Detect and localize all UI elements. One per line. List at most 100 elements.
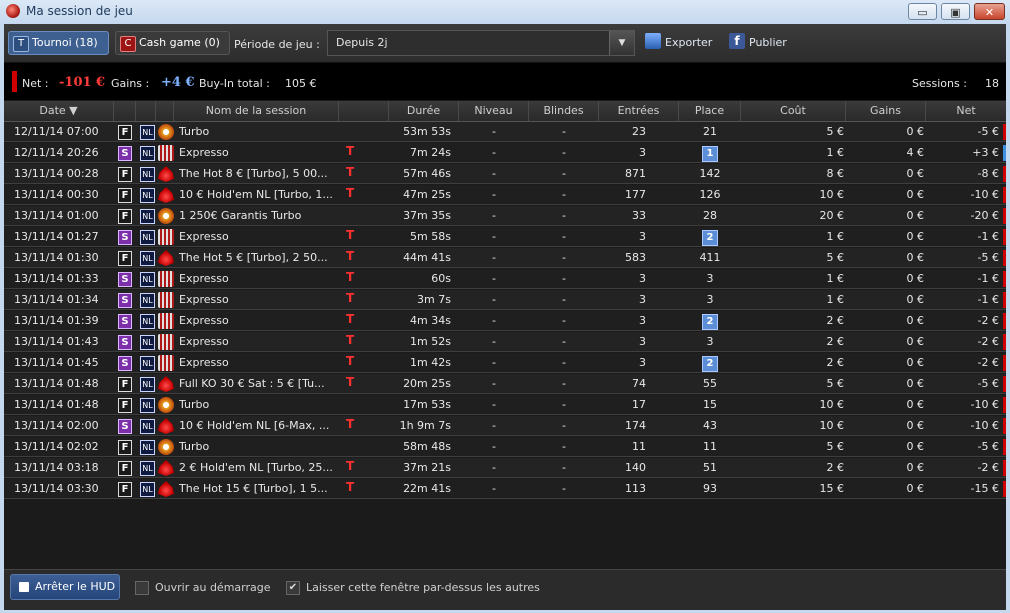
cell-duree: 47m 25s bbox=[403, 188, 451, 201]
window-title: Ma session de jeu bbox=[26, 4, 133, 18]
cell-niveau: - bbox=[492, 188, 496, 201]
cell-place: 126 bbox=[679, 185, 741, 205]
col-limit[interactable] bbox=[136, 101, 156, 121]
cell-date: 13/11/14 01:43 bbox=[14, 335, 99, 348]
col-entrees[interactable]: Entrées bbox=[599, 101, 679, 121]
table-row[interactable]: 13/11/14 03:18 F NL 2 € Hold'em NL [Turbo, … bbox=[4, 458, 1006, 478]
cell-gains: 0 € bbox=[906, 209, 925, 222]
stay-on-top-checkbox[interactable]: ✔ bbox=[286, 581, 300, 595]
table-row[interactable]: 13/11/14 01:27 S NL Expresso T 5m 58s - - 3 2 1 € 0… bbox=[4, 227, 1006, 247]
col-cout[interactable]: Coût bbox=[741, 101, 846, 121]
table-row[interactable]: 13/11/14 01:33 S NL Expresso T 60s - - 3 3 1 € 0 € -… bbox=[4, 269, 1006, 289]
nl-badge: NL bbox=[140, 440, 155, 455]
close-button[interactable]: ✕ bbox=[974, 3, 1005, 20]
col-date[interactable]: Date ▼ bbox=[4, 101, 114, 121]
table-row[interactable]: 13/11/14 01:48 F NL Full KO 30 € Sat : 5 € … bbox=[4, 374, 1006, 394]
turbo-mark-icon: T bbox=[346, 312, 355, 326]
period-select[interactable]: Depuis 2j ▼ bbox=[327, 30, 635, 56]
table-row[interactable]: 13/11/14 02:00 S NL 10 € Hold'em NL [6-Max,… bbox=[4, 416, 1006, 436]
table-row[interactable]: 13/11/14 02:02 F NL Turbo 58m 48s - - 11 11 5 € 0 … bbox=[4, 437, 1006, 457]
tournament-icon: T bbox=[13, 36, 29, 52]
table-row[interactable]: 13/11/14 01:43 S NL Expresso T 1m 52s - - 3 3 2 € 0… bbox=[4, 332, 1006, 352]
cell-niveau: - bbox=[492, 461, 496, 474]
cell-cout: 2 € bbox=[826, 335, 845, 348]
cell-gains: 0 € bbox=[906, 419, 925, 432]
cell-place: 21 bbox=[679, 122, 741, 142]
maximize-button[interactable]: ▣ bbox=[941, 3, 970, 20]
open-startup-checkbox[interactable] bbox=[135, 581, 149, 595]
cell-session-name: Expresso bbox=[179, 146, 229, 159]
col-site[interactable] bbox=[156, 101, 174, 121]
cell-duree: 5m 58s bbox=[410, 230, 451, 243]
chevron-down-icon[interactable]: ▼ bbox=[609, 31, 634, 55]
table-row[interactable]: 13/11/14 03:30 F NL The Hot 15 € [Turbo], 1… bbox=[4, 479, 1006, 499]
col-format[interactable] bbox=[114, 101, 136, 121]
cell-gains: 0 € bbox=[906, 314, 925, 327]
cell-entrees: 3 bbox=[639, 335, 646, 348]
table-row[interactable]: 13/11/14 01:34 S NL Expresso T 3m 7s - - 3 3 1 € 0 … bbox=[4, 290, 1006, 310]
place-value: 21 bbox=[703, 125, 717, 138]
col-duree[interactable]: Durée bbox=[389, 101, 459, 121]
cell-cout: 1 € bbox=[826, 272, 845, 285]
table-row[interactable]: 13/11/14 01:30 F NL The Hot 5 € [Turbo], 2 … bbox=[4, 248, 1006, 268]
format-badge: F bbox=[118, 377, 132, 392]
cell-date: 13/11/14 01:33 bbox=[14, 272, 99, 285]
minimize-button[interactable]: ▭ bbox=[908, 3, 937, 20]
cell-cout: 10 € bbox=[819, 419, 845, 432]
cell-cout: 15 € bbox=[819, 482, 845, 495]
format-badge: F bbox=[118, 167, 132, 182]
cell-cout: 1 € bbox=[826, 230, 845, 243]
turbo-mark-icon: T bbox=[346, 459, 355, 473]
cell-session-name: 1 250€ Garantis Turbo bbox=[179, 209, 302, 222]
export-button[interactable]: Exporter bbox=[645, 33, 712, 49]
table-row[interactable]: 13/11/14 00:28 F NL The Hot 8 € [Turbo], 5 … bbox=[4, 164, 1006, 184]
cell-niveau: - bbox=[492, 272, 496, 285]
col-name[interactable]: Nom de la session bbox=[174, 101, 339, 121]
cell-session-name: Full KO 30 € Sat : 5 € [Tu... bbox=[179, 377, 325, 390]
cell-niveau: - bbox=[492, 419, 496, 432]
col-place[interactable]: Place bbox=[679, 101, 741, 121]
table-row[interactable]: 12/11/14 20:26 S NL Expresso T 7m 24s - - 3 1 1 € 4… bbox=[4, 143, 1006, 163]
col-net[interactable]: Net bbox=[926, 101, 1006, 121]
cell-duree: 7m 24s bbox=[410, 146, 451, 159]
cell-gains: 0 € bbox=[906, 293, 925, 306]
table-row[interactable]: 13/11/14 01:39 S NL Expresso T 4m 34s - - 3 2 2 € 0… bbox=[4, 311, 1006, 331]
cell-blindes: - bbox=[562, 335, 566, 348]
cell-entrees: 871 bbox=[625, 167, 646, 180]
col-gains[interactable]: Gains bbox=[846, 101, 926, 121]
cell-place: 3 bbox=[679, 269, 741, 289]
table-row[interactable]: 13/11/14 01:48 F NL Turbo 17m 53s - - 17 15 10 € 0… bbox=[4, 395, 1006, 415]
format-badge: F bbox=[118, 209, 132, 224]
tab-tournoi[interactable]: T Tournoi (18) bbox=[8, 31, 109, 55]
cell-date: 13/11/14 00:28 bbox=[14, 167, 99, 180]
cell-net: -1 € bbox=[977, 230, 999, 243]
net-indicator-bar bbox=[1003, 271, 1006, 287]
col-blindes[interactable]: Blindes bbox=[529, 101, 599, 121]
table-row[interactable]: 13/11/14 00:30 F NL 10 € Hold'em NL [Turbo,… bbox=[4, 185, 1006, 205]
format-badge: F bbox=[118, 188, 132, 203]
site-logo-icon bbox=[158, 460, 174, 476]
stop-hud-button[interactable]: Arrêter le HUD bbox=[10, 574, 120, 600]
site-logo-icon bbox=[158, 145, 174, 161]
col-type[interactable] bbox=[339, 101, 389, 121]
net-indicator-bar bbox=[1003, 376, 1006, 392]
cell-blindes: - bbox=[562, 251, 566, 264]
app-window: Ma session de jeu ▭ ▣ ✕ T Tournoi (18) C… bbox=[0, 0, 1010, 613]
net-indicator-bar bbox=[1003, 481, 1006, 497]
cell-date: 13/11/14 01:30 bbox=[14, 251, 99, 264]
cell-net: -1 € bbox=[977, 272, 999, 285]
table-row[interactable]: 13/11/14 01:45 S NL Expresso T 1m 42s - - 3 2 2 € 0… bbox=[4, 353, 1006, 373]
tab-cash-game[interactable]: C Cash game (0) bbox=[115, 31, 230, 55]
cell-session-name: Expresso bbox=[179, 272, 229, 285]
site-logo-icon bbox=[158, 376, 174, 392]
net-indicator-bar bbox=[1003, 166, 1006, 182]
site-logo-icon bbox=[158, 208, 174, 224]
col-niveau[interactable]: Niveau bbox=[459, 101, 529, 121]
format-badge: S bbox=[118, 272, 132, 287]
cell-duree: 1h 9m 7s bbox=[399, 419, 451, 432]
table-row[interactable]: 13/11/14 01:00 F NL 1 250€ Garantis Turbo 37… bbox=[4, 206, 1006, 226]
cell-session-name: Turbo bbox=[179, 125, 210, 138]
format-badge: F bbox=[118, 440, 132, 455]
publish-button[interactable]: f Publier bbox=[729, 33, 787, 49]
table-row[interactable]: 12/11/14 07:00 F NL Turbo 53m 53s - - 23 21 5 € 0 … bbox=[4, 122, 1006, 142]
